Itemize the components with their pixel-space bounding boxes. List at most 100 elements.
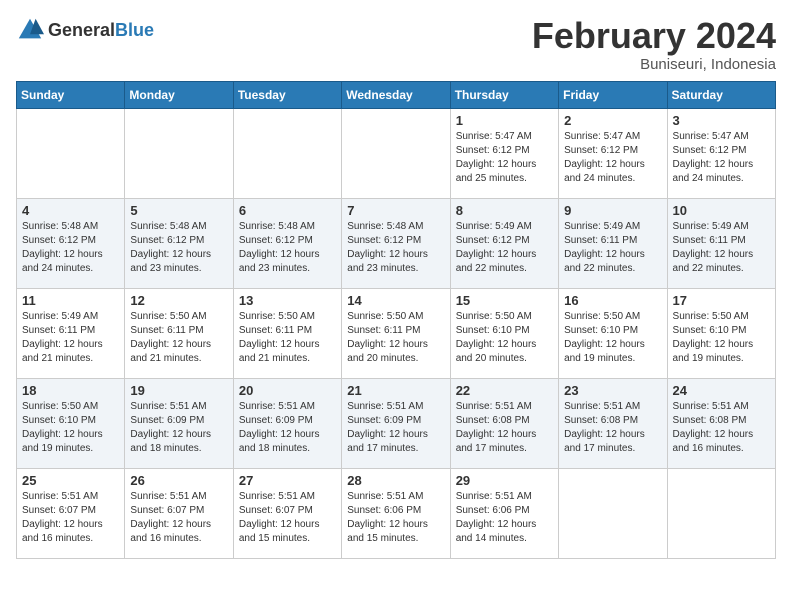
- calendar-cell: 29 Sunrise: 5:51 AM Sunset: 6:06 PM Dayli…: [450, 468, 558, 558]
- day-info: Sunrise: 5:49 AM Sunset: 6:11 PM Dayligh…: [564, 220, 661, 276]
- day-info: Sunrise: 5:47 AM Sunset: 6:12 PM Dayligh…: [673, 130, 770, 186]
- calendar-week-row: 1 Sunrise: 5:47 AM Sunset: 6:12 PM Daylig…: [17, 108, 776, 198]
- logo: GeneralBlue: [16, 16, 154, 44]
- day-header-sunday: Sunday: [17, 81, 125, 108]
- day-info: Sunrise: 5:50 AM Sunset: 6:10 PM Dayligh…: [673, 310, 770, 366]
- day-info: Sunrise: 5:49 AM Sunset: 6:11 PM Dayligh…: [673, 220, 770, 276]
- day-info: Sunrise: 5:51 AM Sunset: 6:06 PM Dayligh…: [347, 490, 444, 546]
- day-number: 7: [347, 203, 444, 218]
- day-number: 12: [130, 293, 227, 308]
- day-info: Sunrise: 5:51 AM Sunset: 6:08 PM Dayligh…: [564, 400, 661, 456]
- calendar-header-row: SundayMondayTuesdayWednesdayThursdayFrid…: [17, 81, 776, 108]
- day-number: 5: [130, 203, 227, 218]
- day-header-tuesday: Tuesday: [233, 81, 341, 108]
- calendar-cell: [125, 108, 233, 198]
- calendar-cell: 9Sunrise: 5:49 AM Sunset: 6:11 PM Daylig…: [559, 198, 667, 288]
- calendar-cell: 12 Sunrise: 5:50 AM Sunset: 6:11 PM Dayli…: [125, 288, 233, 378]
- day-number: 4: [22, 203, 119, 218]
- calendar-cell: 10 Sunrise: 5:49 AM Sunset: 6:11 PM Dayli…: [667, 198, 775, 288]
- day-info: Sunrise: 5:48 AM Sunset: 6:12 PM Dayligh…: [239, 220, 336, 276]
- day-number: 6: [239, 203, 336, 218]
- day-number: 23: [564, 383, 661, 398]
- calendar-cell: 6 Sunrise: 5:48 AM Sunset: 6:12 PM Daylig…: [233, 198, 341, 288]
- day-info: Sunrise: 5:47 AM Sunset: 6:12 PM Dayligh…: [456, 130, 553, 186]
- day-number: 26: [130, 473, 227, 488]
- day-header-monday: Monday: [125, 81, 233, 108]
- calendar-cell: 16 Sunrise: 5:50 AM Sunset: 6:10 PM Dayli…: [559, 288, 667, 378]
- day-number: 19: [130, 383, 227, 398]
- calendar-cell: 27 Sunrise: 5:51 AM Sunset: 6:07 PM Dayli…: [233, 468, 341, 558]
- calendar-cell: 7 Sunrise: 5:48 AM Sunset: 6:12 PM Daylig…: [342, 198, 450, 288]
- day-number: 29: [456, 473, 553, 488]
- day-number: 25: [22, 473, 119, 488]
- logo-icon: [16, 16, 44, 44]
- day-info: Sunrise: 5:51 AM Sunset: 6:09 PM Dayligh…: [130, 400, 227, 456]
- day-header-saturday: Saturday: [667, 81, 775, 108]
- day-info: Sunrise: 5:51 AM Sunset: 6:07 PM Dayligh…: [130, 490, 227, 546]
- day-info: Sunrise: 5:51 AM Sunset: 6:09 PM Dayligh…: [347, 400, 444, 456]
- day-number: 3: [673, 113, 770, 128]
- day-number: 21: [347, 383, 444, 398]
- day-number: 17: [673, 293, 770, 308]
- day-number: 24: [673, 383, 770, 398]
- day-number: 1: [456, 113, 553, 128]
- day-number: 2: [564, 113, 661, 128]
- day-number: 20: [239, 383, 336, 398]
- calendar-cell: 14Sunrise: 5:50 AM Sunset: 6:11 PM Dayli…: [342, 288, 450, 378]
- day-header-thursday: Thursday: [450, 81, 558, 108]
- day-info: Sunrise: 5:50 AM Sunset: 6:10 PM Dayligh…: [22, 400, 119, 456]
- day-number: 11: [22, 293, 119, 308]
- calendar-cell: 8 Sunrise: 5:49 AM Sunset: 6:12 PM Daylig…: [450, 198, 558, 288]
- calendar-cell: 21 Sunrise: 5:51 AM Sunset: 6:09 PM Dayli…: [342, 378, 450, 468]
- calendar-cell: 22Sunrise: 5:51 AM Sunset: 6:08 PM Dayli…: [450, 378, 558, 468]
- day-info: Sunrise: 5:49 AM Sunset: 6:12 PM Dayligh…: [456, 220, 553, 276]
- title-block: February 2024 Buniseuri, Indonesia: [532, 16, 776, 73]
- calendar-cell: 18Sunrise: 5:50 AM Sunset: 6:10 PM Dayli…: [17, 378, 125, 468]
- calendar-week-row: 11Sunrise: 5:49 AM Sunset: 6:11 PM Dayli…: [17, 288, 776, 378]
- day-number: 22: [456, 383, 553, 398]
- calendar-body: 1 Sunrise: 5:47 AM Sunset: 6:12 PM Daylig…: [17, 108, 776, 558]
- day-number: 28: [347, 473, 444, 488]
- day-number: 15: [456, 293, 553, 308]
- day-info: Sunrise: 5:51 AM Sunset: 6:07 PM Dayligh…: [22, 490, 119, 546]
- page-header: GeneralBlue February 2024 Buniseuri, Ind…: [16, 16, 776, 73]
- calendar-cell: 3 Sunrise: 5:47 AM Sunset: 6:12 PM Daylig…: [667, 108, 775, 198]
- calendar-cell: 24 Sunrise: 5:51 AM Sunset: 6:08 PM Dayli…: [667, 378, 775, 468]
- day-header-friday: Friday: [559, 81, 667, 108]
- day-info: Sunrise: 5:48 AM Sunset: 6:12 PM Dayligh…: [347, 220, 444, 276]
- day-info: Sunrise: 5:51 AM Sunset: 6:06 PM Dayligh…: [456, 490, 553, 546]
- calendar-cell: 11Sunrise: 5:49 AM Sunset: 6:11 PM Dayli…: [17, 288, 125, 378]
- subtitle: Buniseuri, Indonesia: [532, 56, 776, 73]
- calendar-cell: [559, 468, 667, 558]
- day-number: 13: [239, 293, 336, 308]
- day-info: Sunrise: 5:48 AM Sunset: 6:12 PM Dayligh…: [130, 220, 227, 276]
- day-info: Sunrise: 5:50 AM Sunset: 6:11 PM Dayligh…: [130, 310, 227, 366]
- logo-text: GeneralBlue: [48, 20, 154, 41]
- calendar-cell: 28 Sunrise: 5:51 AM Sunset: 6:06 PM Dayli…: [342, 468, 450, 558]
- calendar-week-row: 18Sunrise: 5:50 AM Sunset: 6:10 PM Dayli…: [17, 378, 776, 468]
- calendar-cell: 2 Sunrise: 5:47 AM Sunset: 6:12 PM Daylig…: [559, 108, 667, 198]
- day-info: Sunrise: 5:50 AM Sunset: 6:10 PM Dayligh…: [564, 310, 661, 366]
- day-number: 8: [456, 203, 553, 218]
- calendar-cell: 1 Sunrise: 5:47 AM Sunset: 6:12 PM Daylig…: [450, 108, 558, 198]
- day-info: Sunrise: 5:50 AM Sunset: 6:11 PM Dayligh…: [239, 310, 336, 366]
- calendar-cell: 20Sunrise: 5:51 AM Sunset: 6:09 PM Dayli…: [233, 378, 341, 468]
- day-info: Sunrise: 5:51 AM Sunset: 6:07 PM Dayligh…: [239, 490, 336, 546]
- day-info: Sunrise: 5:50 AM Sunset: 6:11 PM Dayligh…: [347, 310, 444, 366]
- day-number: 16: [564, 293, 661, 308]
- calendar-cell: 26 Sunrise: 5:51 AM Sunset: 6:07 PM Dayli…: [125, 468, 233, 558]
- calendar-cell: 17 Sunrise: 5:50 AM Sunset: 6:10 PM Dayli…: [667, 288, 775, 378]
- calendar-cell: 19 Sunrise: 5:51 AM Sunset: 6:09 PM Dayli…: [125, 378, 233, 468]
- calendar-cell: 13 Sunrise: 5:50 AM Sunset: 6:11 PM Dayli…: [233, 288, 341, 378]
- calendar-cell: 4 Sunrise: 5:48 AM Sunset: 6:12 PM Daylig…: [17, 198, 125, 288]
- calendar-cell: 23 Sunrise: 5:51 AM Sunset: 6:08 PM Dayli…: [559, 378, 667, 468]
- day-info: Sunrise: 5:48 AM Sunset: 6:12 PM Dayligh…: [22, 220, 119, 276]
- calendar-table: SundayMondayTuesdayWednesdayThursdayFrid…: [16, 81, 776, 559]
- calendar-cell: 5 Sunrise: 5:48 AM Sunset: 6:12 PM Daylig…: [125, 198, 233, 288]
- day-number: 10: [673, 203, 770, 218]
- day-number: 27: [239, 473, 336, 488]
- calendar-cell: [667, 468, 775, 558]
- calendar-cell: [233, 108, 341, 198]
- day-info: Sunrise: 5:47 AM Sunset: 6:12 PM Dayligh…: [564, 130, 661, 186]
- day-info: Sunrise: 5:51 AM Sunset: 6:08 PM Dayligh…: [673, 400, 770, 456]
